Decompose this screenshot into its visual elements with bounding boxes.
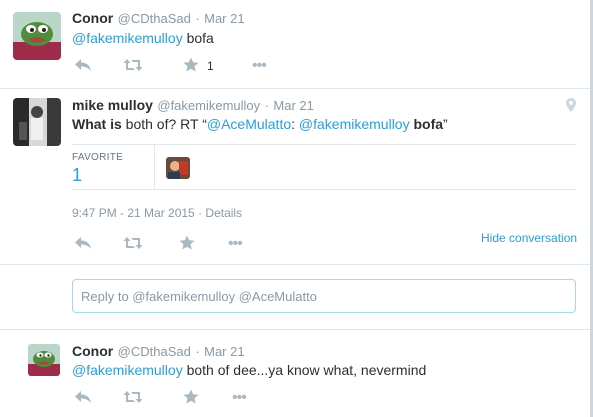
tweet-date[interactable]: Mar 21 — [204, 344, 244, 359]
tweet-date[interactable]: Mar 21 — [204, 11, 244, 26]
more-icon[interactable]: ••• — [228, 236, 243, 252]
author-handle[interactable]: @CDthaSad — [118, 11, 191, 26]
tweet-text: @fakemikemulloy both of dee...ya know wh… — [72, 362, 426, 378]
author-name[interactable]: mike mulloy — [72, 97, 153, 113]
author-name[interactable]: Conor — [72, 343, 113, 359]
favorite-star-icon[interactable] — [183, 389, 199, 404]
favorite-count: 1 — [207, 59, 214, 73]
mention-link[interactable]: @fakemikemulloy — [72, 30, 183, 46]
hide-conversation-link[interactable]: Hide conversation — [481, 231, 577, 245]
conor-avatar[interactable] — [13, 12, 61, 60]
separator: · — [195, 344, 200, 359]
favorite-star-icon[interactable] — [179, 235, 195, 250]
divider — [0, 88, 593, 89]
stats-vertical-divider — [154, 145, 155, 189]
tweet-body: bofa — [182, 30, 214, 46]
location-pin-icon[interactable] — [566, 98, 576, 117]
reply-icon[interactable] — [74, 390, 92, 404]
divider — [0, 264, 593, 265]
tweet-text: What is both of? RT “@AceMulatto: @fakem… — [72, 116, 448, 132]
favoriter-avatar[interactable] — [166, 157, 190, 179]
mention-link[interactable]: @fakemikemulloy — [299, 116, 410, 132]
stats-divider-bottom — [72, 189, 576, 190]
tweet-text-part: : — [291, 116, 299, 132]
stats-divider-top — [72, 144, 576, 145]
tweet-text: @fakemikemulloy bofa — [72, 30, 214, 46]
favorite-star-icon[interactable] — [183, 57, 199, 72]
more-icon[interactable]: ••• — [232, 390, 247, 406]
divider — [0, 329, 593, 330]
favorite-label: FAVORITE — [72, 152, 124, 163]
favorite-count-link[interactable]: 1 — [72, 165, 82, 186]
details-link[interactable]: Details — [205, 206, 242, 220]
author-name[interactable]: Conor — [72, 10, 113, 26]
reply-icon[interactable] — [74, 236, 92, 250]
more-icon[interactable]: ••• — [252, 58, 267, 74]
tweet-text-part: ” — [443, 116, 448, 132]
retweet-icon[interactable] — [123, 236, 143, 250]
mention-link[interactable]: @fakemikemulloy — [72, 362, 183, 378]
separator: · — [198, 206, 203, 220]
mike-mulloy-avatar[interactable] — [13, 98, 61, 146]
mention-link[interactable]: @AceMulatto — [207, 116, 291, 132]
tweet-date[interactable]: Mar 21 — [273, 98, 313, 113]
tweet-body: both of dee...ya know what, nevermind — [182, 362, 427, 378]
author-handle[interactable]: @CDthaSad — [118, 344, 191, 359]
separator: · — [264, 98, 269, 113]
reply-icon[interactable] — [74, 58, 92, 72]
conor-avatar[interactable] — [28, 344, 60, 376]
tweet-text-bold: What is — [72, 116, 122, 132]
reply-input[interactable]: Reply to @fakemikemulloy @AceMulatto — [72, 279, 576, 313]
retweet-icon[interactable] — [123, 390, 143, 404]
tweet-text-bold: bofa — [409, 116, 444, 132]
tweet-timestamp: 9:47 PM - 21 Mar 2015 — [72, 206, 195, 220]
separator: · — [195, 11, 200, 26]
retweet-icon[interactable] — [123, 58, 143, 72]
author-handle[interactable]: @fakemikemulloy — [157, 98, 260, 113]
tweet-text-part: both of? RT “ — [121, 116, 207, 132]
